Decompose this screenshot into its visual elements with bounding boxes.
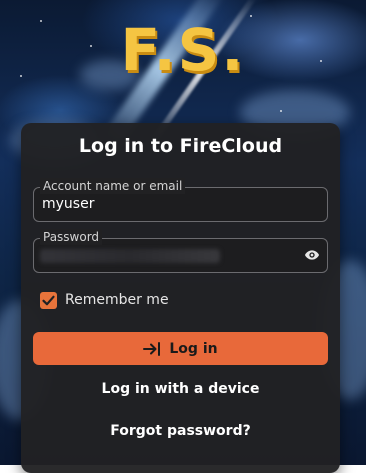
app-logo: F.S. <box>120 16 246 84</box>
login-card: Log in to FireCloud Account name or emai… <box>21 123 340 473</box>
remember-me-checkbox[interactable] <box>40 292 57 309</box>
login-button-label: Log in <box>169 340 218 357</box>
account-field-label: Account name or email <box>40 178 186 194</box>
forgot-password-link[interactable]: Forgot password? <box>21 423 340 439</box>
eye-icon[interactable] <box>303 247 321 263</box>
login-title: Log in to FireCloud <box>78 135 283 157</box>
remember-me-label: Remember me <box>65 292 169 308</box>
login-button[interactable]: Log in <box>33 332 328 365</box>
password-field-label: Password <box>40 229 103 245</box>
login-with-device-link[interactable]: Log in with a device <box>21 381 340 397</box>
password-masked-value <box>40 249 220 263</box>
password-field[interactable]: Password <box>33 229 328 273</box>
arrow-right-to-bracket-icon <box>143 341 161 356</box>
account-field-value: myuser <box>42 196 95 212</box>
check-icon <box>42 295 55 306</box>
account-field[interactable]: Account name or email myuser <box>33 178 328 222</box>
